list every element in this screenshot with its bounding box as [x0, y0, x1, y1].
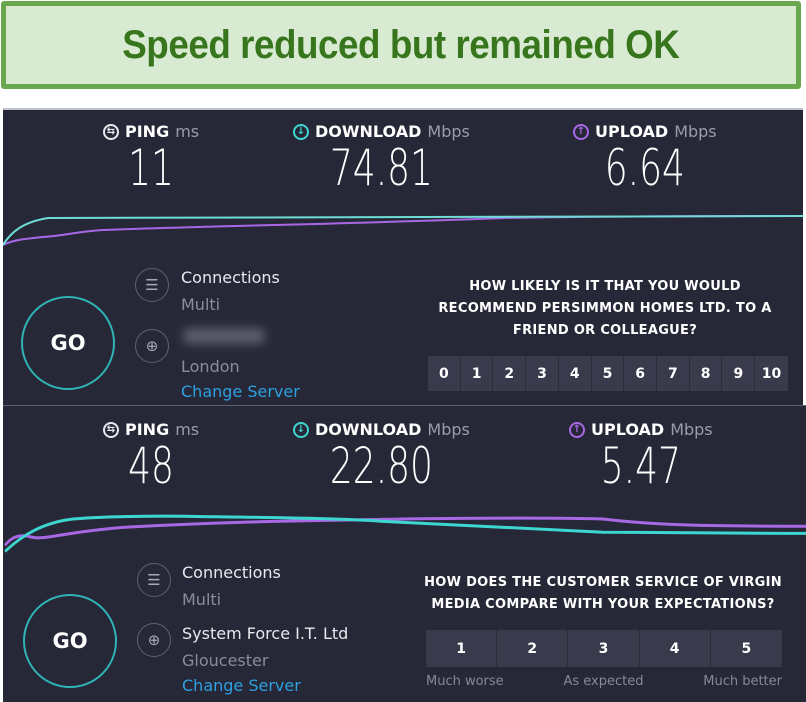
- speedtest-panel-before: ⇆ PING ms 11 ↓ DOWNLOAD Mbps 74.81 ↑ UPL…: [3, 108, 803, 407]
- speedtest-panel-after: ⇆ PING ms 48 ↓ DOWNLOAD Mbps 22.80 ↑ UPL…: [3, 405, 806, 702]
- survey-option[interactable]: 0: [428, 356, 461, 391]
- ping-metric: ⇆ PING ms 48: [103, 420, 199, 491]
- survey-option[interactable]: 2: [497, 630, 569, 667]
- survey-option[interactable]: 10: [755, 356, 788, 391]
- download-graph-line: [3, 215, 803, 246]
- ping-unit: ms: [175, 122, 200, 141]
- speed-graph: [3, 215, 803, 246]
- ping-metric: ⇆ PING ms 11: [103, 122, 199, 193]
- upload-value: 6.64: [604, 139, 685, 197]
- download-unit: Mbps: [427, 122, 470, 141]
- upload-metric: ↑ UPLOAD Mbps 6.64: [573, 122, 717, 193]
- upload-graph-line: [3, 215, 803, 246]
- server-location: Gloucester: [182, 651, 269, 670]
- survey-scale-label: Much worse: [426, 674, 504, 689]
- survey-option[interactable]: 1: [460, 356, 494, 391]
- survey-rating-scale: 12345: [426, 630, 782, 667]
- connections-label: Connections: [181, 268, 280, 287]
- ping-value: 48: [128, 437, 174, 495]
- survey-option[interactable]: 3: [568, 630, 640, 667]
- download-icon: ↓: [293, 123, 309, 140]
- survey-option[interactable]: 9: [722, 356, 756, 391]
- survey-option[interactable]: 4: [558, 356, 592, 391]
- server-name-redacted: [183, 328, 265, 344]
- survey-option[interactable]: 5: [710, 630, 782, 667]
- survey-question: HOW DOES THE CUSTOMER SERVICE OF VIRGIN …: [424, 575, 782, 612]
- download-unit: Mbps: [427, 420, 470, 439]
- download-value: 22.80: [329, 437, 433, 495]
- download-icon: ↓: [293, 421, 309, 438]
- download-value: 74.81: [329, 139, 433, 197]
- go-button[interactable]: GO: [23, 594, 117, 688]
- survey-rating-scale: 0 1 2 3 4 5 6 7 8 9 10: [428, 356, 788, 391]
- survey-option[interactable]: 1: [426, 630, 498, 667]
- survey-scale-labels: Much worse As expected Much better: [426, 674, 782, 689]
- connections-value[interactable]: Multi: [181, 295, 220, 314]
- globe-icon: ⊕: [135, 329, 169, 363]
- ping-icon: ⇆: [103, 421, 119, 438]
- connections-icon: ☰: [137, 563, 171, 597]
- server-name: System Force I.T. Ltd: [182, 624, 349, 643]
- ping-value: 11: [128, 139, 174, 197]
- survey-option[interactable]: 8: [689, 356, 723, 391]
- connections-value[interactable]: Multi: [182, 590, 221, 609]
- change-server-link[interactable]: Change Server: [182, 676, 301, 695]
- server-location: London: [181, 357, 240, 376]
- change-server-link[interactable]: Change Server: [181, 382, 300, 401]
- survey-scale-label: Much better: [703, 674, 782, 689]
- survey-question: HOW LIKELY IS IT THAT YOU WOULD RECOMMEN…: [438, 279, 772, 338]
- survey-option[interactable]: 7: [657, 356, 690, 391]
- survey-option[interactable]: 5: [591, 356, 625, 391]
- survey-option[interactable]: 2: [493, 356, 527, 391]
- survey-option[interactable]: 4: [639, 630, 711, 667]
- upload-value: 5.47: [600, 437, 681, 495]
- speed-graph: [4, 514, 806, 553]
- download-metric: ↓ DOWNLOAD Mbps 74.81: [293, 122, 470, 193]
- download-metric: ↓ DOWNLOAD Mbps 22.80: [293, 420, 470, 491]
- download-graph-line: [4, 514, 806, 553]
- survey-option[interactable]: 3: [526, 356, 559, 391]
- globe-icon: ⊕: [137, 623, 171, 657]
- upload-icon: ↑: [573, 123, 589, 140]
- ping-icon: ⇆: [103, 123, 119, 140]
- ping-unit: ms: [175, 420, 200, 439]
- connections-label: Connections: [182, 563, 281, 582]
- upload-icon: ↑: [569, 421, 585, 438]
- result-banner: Speed reduced but remained OK: [1, 1, 801, 89]
- survey-scale-label: As expected: [563, 674, 644, 689]
- survey-option[interactable]: 6: [624, 356, 658, 391]
- banner-title: Speed reduced but remained OK: [122, 22, 680, 67]
- connections-icon: ☰: [135, 268, 169, 302]
- go-button[interactable]: GO: [21, 296, 115, 390]
- upload-metric: ↑ UPLOAD Mbps 5.47: [569, 420, 713, 491]
